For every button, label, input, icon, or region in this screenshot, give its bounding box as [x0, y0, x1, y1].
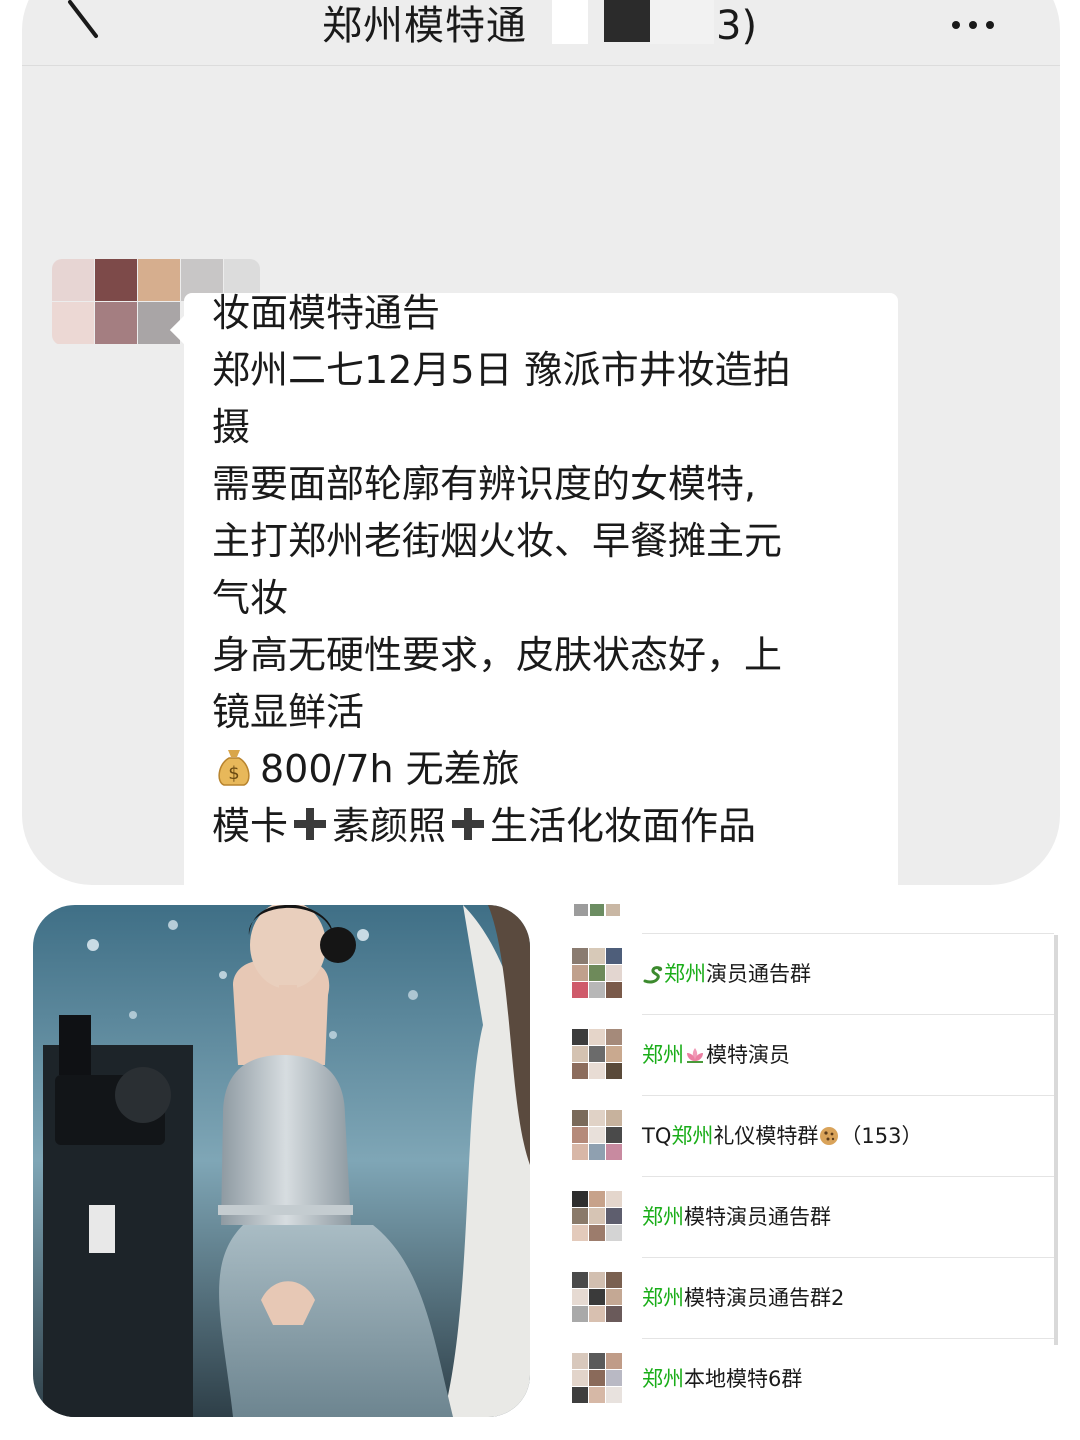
group-row[interactable]: 郑州模特演员通告群: [560, 1177, 1054, 1258]
group-row[interactable]: 郑州模特演员通告群2: [560, 1258, 1054, 1339]
group-name: 郑州模特演员通告群: [642, 1205, 831, 1229]
group-avatar: [572, 1110, 622, 1160]
message-line: 摄: [212, 405, 251, 449]
group-row[interactable]: 郑州演员通告群: [560, 934, 1054, 1015]
model-photo: [33, 905, 530, 1417]
snake-icon: [643, 966, 663, 984]
pay-line: $ 800/7h 无差旅: [212, 741, 892, 798]
group-avatar: [572, 1353, 622, 1403]
group-avatar: [572, 1191, 622, 1241]
group-avatar: [572, 1029, 622, 1079]
message-line: 身高无硬性要求，皮肤状态好，上: [212, 633, 783, 677]
requirement-item: 模卡: [212, 804, 289, 848]
more-dots-icon[interactable]: [952, 14, 1006, 29]
requirement-item: 生活化妆面作品: [490, 804, 757, 848]
plus-icon: [452, 808, 485, 840]
chat-header: 郑州模特通 3): [22, 0, 1060, 66]
redaction-block: [650, 0, 714, 44]
message-text: 妆面模特通告 郑州二七12月5日 豫派市井妆造拍 摄 需要面部轮廓有辨识度的女模…: [212, 285, 892, 855]
requirement-item: 素颜照: [332, 804, 447, 848]
plus-icon: [294, 808, 327, 840]
money-bag-icon: $: [218, 750, 250, 786]
message-line: 需要面部轮廓有辨识度的女模特,: [212, 462, 757, 506]
message-bubble[interactable]: 妆面模特通告 郑州二七12月5日 豫派市井妆造拍 摄 需要面部轮廓有辨识度的女模…: [184, 291, 898, 885]
group-name: 郑州模特演员通告群2: [642, 1286, 845, 1310]
group-name: 郑州 模特演员: [642, 1043, 790, 1067]
group-row[interactable]: TQ郑州礼仪模特群 （153）: [560, 1096, 1054, 1177]
group-avatar: [572, 1272, 622, 1322]
message-line: 气妆: [212, 576, 289, 620]
requirements-line: 模卡 素颜照 生活化妆面作品: [212, 798, 892, 855]
message-line: 主打郑州老街烟火妆、早餐摊主元: [212, 519, 783, 563]
group-avatar: [572, 948, 622, 998]
group-row[interactable]: 郑州 模特演员: [560, 1015, 1054, 1096]
chat-window: 郑州模特通 3) 妆面模特通告 郑州二七12月5日 豫派市井妆造拍 摄 需要面部…: [22, 0, 1060, 885]
pay-text: 800/7h 无差旅: [260, 747, 520, 791]
message-line: 镜显鲜活: [212, 690, 365, 734]
redaction-block: [604, 0, 650, 42]
redaction-block: [552, 0, 588, 44]
message-line: 郑州二七12月5日 豫派市井妆造拍: [212, 348, 791, 392]
svg-text:$: $: [228, 763, 239, 784]
group-row[interactable]: 郑州本地模特6群: [560, 1339, 1054, 1420]
chat-title: 郑州模特通: [322, 3, 527, 49]
cookie-icon: [820, 1127, 839, 1145]
partial-row-avatar: [572, 900, 622, 920]
lotus-icon: [687, 1048, 703, 1063]
message-line: 妆面模特通告: [212, 291, 441, 335]
group-name: TQ郑州礼仪模特群 （153）: [642, 1124, 923, 1148]
group-name: 郑州演员通告群: [642, 934, 811, 1015]
back-arrow-icon[interactable]: [66, 0, 106, 40]
list-edge: [1054, 935, 1058, 1345]
member-count: 3): [716, 3, 758, 49]
group-name: 郑州本地模特6群: [642, 1367, 803, 1391]
